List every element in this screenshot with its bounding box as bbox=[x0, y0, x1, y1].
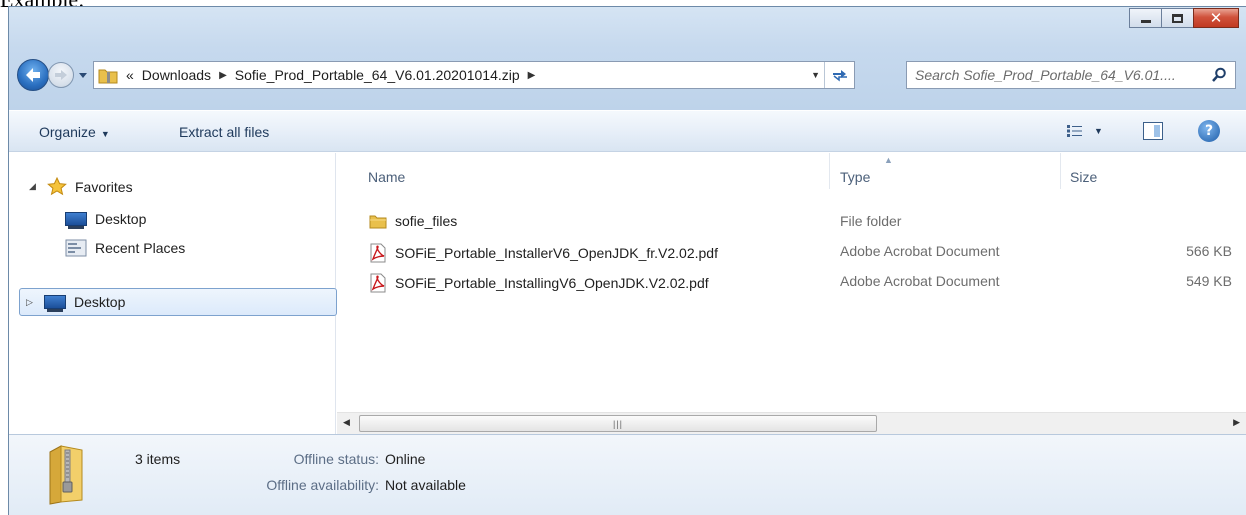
star-icon bbox=[47, 177, 67, 196]
refresh-icon bbox=[832, 70, 847, 82]
file-list: Name ▲ Type Size sofie_files File folder bbox=[337, 153, 1246, 434]
command-bar: Organize ▼ Extract all files ▼ ? bbox=[9, 110, 1246, 152]
view-list-icon bbox=[1067, 125, 1082, 137]
address-dropdown-icon[interactable]: ▼ bbox=[811, 70, 820, 80]
preview-pane-button[interactable] bbox=[1143, 122, 1163, 140]
file-type: File folder bbox=[840, 213, 902, 229]
help-icon: ? bbox=[1204, 123, 1214, 139]
sidebar-item-label: Recent Places bbox=[95, 240, 186, 256]
chevron-down-icon: ▼ bbox=[1094, 126, 1103, 136]
desktop-icon bbox=[65, 212, 87, 229]
file-name-cell: SOFiE_Portable_InstallerV6_OpenJDK_fr.V2… bbox=[369, 243, 718, 263]
sidebar-item-desktop-root[interactable]: ▷ Desktop bbox=[19, 288, 337, 316]
file-name-cell: SOFiE_Portable_InstallingV6_OpenJDK.V2.0… bbox=[369, 273, 709, 293]
sidebar-item-label: Desktop bbox=[95, 211, 147, 227]
arrow-right-icon bbox=[55, 70, 67, 80]
pdf-icon bbox=[370, 273, 386, 293]
forward-button[interactable] bbox=[48, 62, 74, 88]
offline-availability-value: Not available bbox=[385, 477, 466, 493]
sidebar-desktop-root-content: ▷ Desktop bbox=[26, 294, 126, 312]
refresh-button[interactable] bbox=[824, 62, 854, 88]
maximize-button[interactable] bbox=[1161, 8, 1194, 28]
breadcrumb-separator-icon[interactable]: ▶ bbox=[528, 70, 536, 81]
chevron-down-icon: ▼ bbox=[100, 129, 110, 139]
collapse-triangle-icon[interactable]: ▷ bbox=[26, 297, 36, 308]
column-header-name[interactable]: Name bbox=[368, 153, 405, 189]
offline-status-value: Online bbox=[385, 451, 426, 467]
recent-places-icon bbox=[65, 239, 87, 257]
file-size: 549 KB bbox=[1186, 273, 1232, 289]
file-type: Adobe Acrobat Document bbox=[840, 243, 1000, 259]
file-name: SOFiE_Portable_InstallerV6_OpenJDK_fr.V2… bbox=[395, 245, 718, 261]
navigation-pane: ◢ Favorites Desktop Recent Places ▷ Desk… bbox=[9, 153, 337, 434]
help-button[interactable]: ? bbox=[1198, 120, 1220, 142]
column-header-type[interactable]: Type bbox=[840, 153, 870, 189]
file-size: 566 KB bbox=[1186, 243, 1232, 259]
chevron-down-icon bbox=[79, 72, 87, 78]
breadcrumb: « Downloads ▶ Sofie_Prod_Portable_64_V6.… bbox=[126, 67, 535, 83]
extract-label: Extract all files bbox=[179, 124, 270, 140]
navigation-row: « Downloads ▶ Sofie_Prod_Portable_64_V6.… bbox=[9, 57, 1246, 91]
column-header-size[interactable]: Size bbox=[1070, 153, 1097, 189]
search-placeholder: Search Sofie_Prod_Portable_64_V6.01.... bbox=[915, 67, 1176, 83]
sidebar-favorites-label: Favorites bbox=[75, 178, 133, 195]
zip-folder-icon bbox=[49, 445, 83, 505]
minimize-button[interactable] bbox=[1129, 8, 1162, 28]
recent-pages-dropdown[interactable] bbox=[76, 68, 90, 82]
file-name: SOFiE_Portable_InstallingV6_OpenJDK.V2.0… bbox=[395, 275, 709, 291]
grip-icon: ||| bbox=[612, 418, 623, 429]
breadcrumb-downloads[interactable]: Downloads bbox=[142, 67, 211, 83]
desktop-icon bbox=[44, 295, 66, 312]
breadcrumb-prefix[interactable]: « bbox=[126, 67, 134, 83]
organize-button[interactable]: Organize ▼ bbox=[39, 124, 110, 140]
extract-all-button[interactable]: Extract all files bbox=[179, 124, 269, 140]
back-button[interactable] bbox=[17, 59, 49, 91]
scroll-left-icon[interactable]: ◀ bbox=[343, 417, 350, 428]
file-type: Adobe Acrobat Document bbox=[840, 273, 1000, 289]
horizontal-scrollbar[interactable]: ◀ ||| ▶ bbox=[337, 412, 1246, 434]
address-bar[interactable]: « Downloads ▶ Sofie_Prod_Portable_64_V6.… bbox=[93, 61, 855, 89]
offline-status-label: Offline status: bbox=[293, 451, 379, 467]
change-view-button[interactable]: ▼ bbox=[1066, 124, 1103, 138]
expand-triangle-icon[interactable]: ◢ bbox=[29, 181, 39, 192]
scroll-right-icon[interactable]: ▶ bbox=[1233, 417, 1240, 428]
sidebar-favorites[interactable]: ◢ Favorites bbox=[29, 177, 133, 196]
sidebar-item-label: Desktop bbox=[74, 294, 126, 310]
search-icon[interactable] bbox=[1211, 67, 1227, 83]
column-divider[interactable] bbox=[829, 153, 830, 189]
organize-label: Organize bbox=[39, 124, 96, 140]
search-input[interactable]: Search Sofie_Prod_Portable_64_V6.01.... bbox=[906, 61, 1236, 89]
arrow-left-icon bbox=[26, 68, 40, 82]
window-frame: ✕ « Downloads ▶ Sofie_Prod_Portable_64_V… bbox=[9, 7, 1246, 110]
minimize-icon bbox=[1140, 19, 1151, 23]
file-name: sofie_files bbox=[395, 213, 458, 229]
details-pane: 3 items Offline status: Online Offline a… bbox=[9, 434, 1246, 515]
zip-folder-icon bbox=[98, 69, 118, 84]
breadcrumb-zip[interactable]: Sofie_Prod_Portable_64_V6.01.20201014.zi… bbox=[235, 67, 520, 83]
column-divider[interactable] bbox=[1060, 153, 1061, 189]
explorer-window: ✕ « Downloads ▶ Sofie_Prod_Portable_64_V… bbox=[8, 6, 1246, 515]
sidebar-item-recent-places[interactable]: Recent Places bbox=[65, 239, 185, 257]
sort-ascending-icon: ▲ bbox=[884, 155, 893, 165]
table-row[interactable]: sofie_files File folder bbox=[337, 207, 1246, 235]
item-count: 3 items bbox=[135, 451, 181, 467]
folder-icon bbox=[369, 215, 387, 229]
breadcrumb-separator-icon[interactable]: ▶ bbox=[219, 70, 227, 81]
close-button[interactable]: ✕ bbox=[1193, 8, 1239, 28]
offline-availability-label: Offline availability: bbox=[266, 477, 379, 493]
sidebar-item-desktop[interactable]: Desktop bbox=[65, 211, 147, 229]
close-icon: ✕ bbox=[1209, 9, 1223, 27]
table-row[interactable]: SOFiE_Portable_InstallerV6_OpenJDK_fr.V2… bbox=[337, 237, 1246, 265]
pdf-icon bbox=[370, 243, 386, 263]
maximize-icon bbox=[1172, 13, 1183, 23]
scrollbar-thumb[interactable]: ||| bbox=[359, 415, 877, 432]
file-name-cell: sofie_files bbox=[369, 213, 457, 229]
window-controls: ✕ bbox=[1129, 8, 1239, 28]
table-row[interactable]: SOFiE_Portable_InstallingV6_OpenJDK.V2.0… bbox=[337, 267, 1246, 295]
